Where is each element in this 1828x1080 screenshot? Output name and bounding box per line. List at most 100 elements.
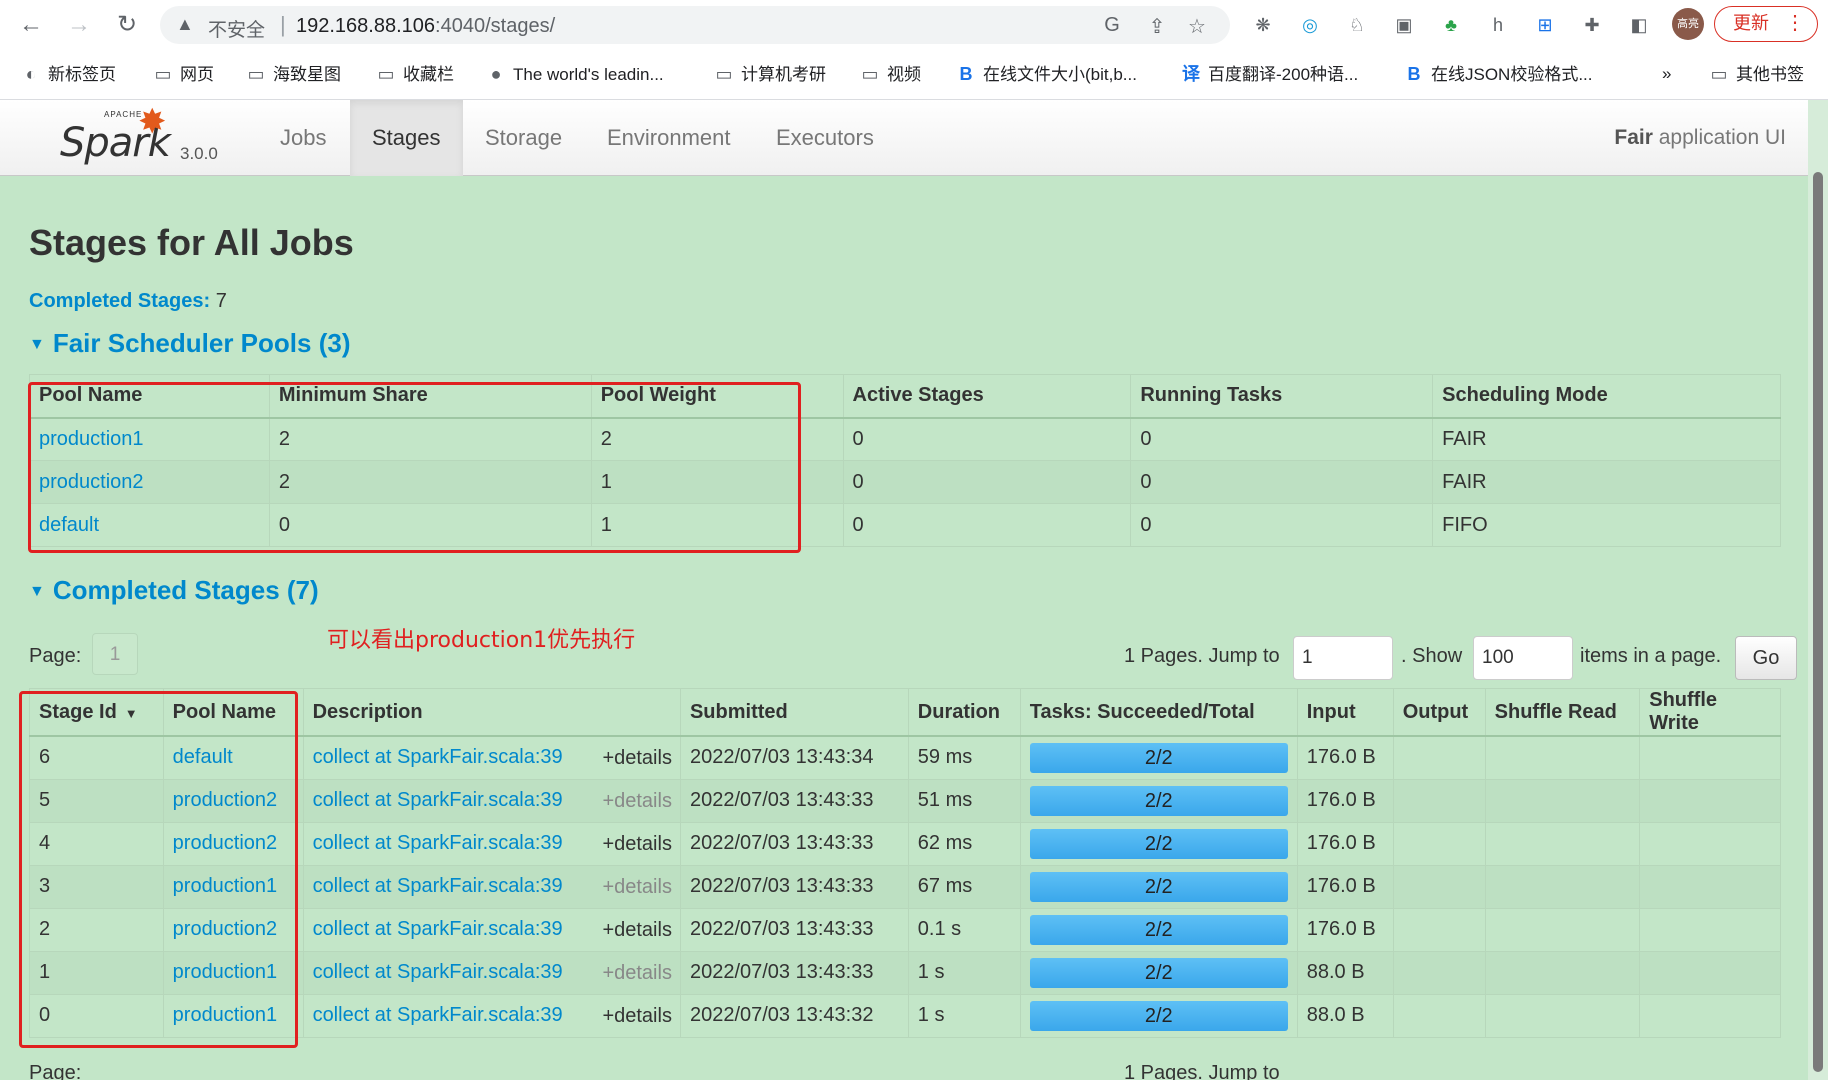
- scrollbar[interactable]: [1808, 100, 1828, 1080]
- stage-description-link[interactable]: collect at SparkFair.scala:39: [313, 1004, 563, 1026]
- avatar[interactable]: 高亮: [1672, 8, 1704, 40]
- url-text[interactable]: 192.168.88.106:4040/stages/: [296, 15, 555, 38]
- folder-icon: ▭: [377, 64, 395, 84]
- share-icon[interactable]: ⇪: [1145, 14, 1169, 39]
- extension-icon[interactable]: ❋: [1250, 12, 1276, 38]
- go-button[interactable]: Go: [1735, 636, 1797, 680]
- stage-description-link[interactable]: collect at SparkFair.scala:39: [313, 832, 563, 854]
- tab-stages[interactable]: Stages: [350, 100, 463, 176]
- stages-col-header[interactable]: Shuffle Write: [1639, 688, 1781, 737]
- completed-stages-link[interactable]: Completed Stages:: [29, 290, 210, 312]
- collapse-arrow-icon: ▼: [29, 583, 45, 601]
- details-toggle[interactable]: +details: [602, 833, 672, 856]
- tasks-cell: 2/2: [1019, 950, 1298, 995]
- bookmark-item[interactable]: ◐ 新标签页: [20, 60, 116, 88]
- stages-col-header[interactable]: Submitted: [679, 688, 909, 737]
- bookmark-item[interactable]: ▭ 海致星图: [245, 60, 341, 88]
- bookmark-star-icon[interactable]: ☆: [1185, 14, 1209, 39]
- extension-icon[interactable]: ⊞: [1532, 12, 1558, 38]
- shuffle-write-cell: [1639, 735, 1781, 780]
- tasks-progress-bar: 2/2: [1029, 957, 1288, 988]
- tab-executors[interactable]: Executors: [754, 100, 896, 176]
- puzzle-icon[interactable]: ✚: [1579, 12, 1605, 38]
- forward-icon[interactable]: →: [64, 10, 94, 40]
- shuffle-read-cell: [1484, 864, 1641, 909]
- back-icon[interactable]: ←: [16, 10, 46, 40]
- update-button[interactable]: 更新 ⋮: [1714, 6, 1818, 42]
- stages-col-header[interactable]: Description: [302, 688, 681, 737]
- translate-icon: 译: [1182, 64, 1200, 84]
- shuffle-write-cell: [1639, 993, 1781, 1038]
- evernote-icon[interactable]: ♣: [1438, 12, 1464, 38]
- stage-description-link[interactable]: collect at SparkFair.scala:39: [313, 789, 563, 811]
- address-bar[interactable]: ▲ 不安全 | 192.168.88.106:4040/stages/ G ⇪ …: [160, 6, 1230, 44]
- pools-cell: FIFO: [1432, 503, 1781, 547]
- page-size-input[interactable]: 100: [1473, 636, 1573, 680]
- pages-text: 1 Pages. Jump to: [1124, 645, 1280, 667]
- tab-jobs[interactable]: Jobs: [258, 100, 348, 176]
- details-toggle[interactable]: +details: [602, 747, 672, 770]
- stages-col-header[interactable]: Output: [1392, 688, 1486, 737]
- sidepanel-icon[interactable]: ◧: [1626, 12, 1652, 38]
- stages-col-header[interactable]: Input: [1296, 688, 1394, 737]
- pools-col-header[interactable]: Scheduling Mode: [1432, 374, 1781, 419]
- stages-col-header[interactable]: Duration: [907, 688, 1021, 737]
- jump-to-input[interactable]: 1: [1293, 636, 1393, 680]
- stage-description-link[interactable]: collect at SparkFair.scala:39: [313, 918, 563, 940]
- spark-star-icon: ✸: [138, 103, 167, 141]
- warning-icon: ▲: [176, 14, 194, 34]
- details-toggle[interactable]: +details: [602, 962, 672, 985]
- pools-cell: 0: [842, 460, 1132, 504]
- bookmark-item[interactable]: ▭ 视频: [859, 60, 921, 88]
- details-toggle[interactable]: +details: [602, 1005, 672, 1028]
- bookmark-item[interactable]: ▭ 网页: [152, 60, 214, 88]
- tasks-progress-bar: 2/2: [1029, 785, 1288, 816]
- folder-icon: ▭: [154, 64, 172, 84]
- reload-icon[interactable]: ↻: [112, 10, 142, 40]
- extension-icon[interactable]: ◎: [1297, 12, 1323, 38]
- bookmark-item[interactable]: ▭ 收藏栏: [375, 60, 454, 88]
- input-cell: 176.0 B: [1296, 907, 1394, 952]
- bookmark-item[interactable]: B 在线文件大小(bit,b...: [955, 60, 1137, 88]
- stage-description-link[interactable]: collect at SparkFair.scala:39: [313, 875, 563, 897]
- stages-col-header[interactable]: Tasks: Succeeded/Total: [1019, 688, 1298, 737]
- extension-icon[interactable]: ♘: [1344, 12, 1370, 38]
- description-cell: collect at SparkFair.scala:39 +details: [302, 864, 681, 909]
- details-toggle[interactable]: +details: [602, 876, 672, 899]
- stages-col-header[interactable]: Shuffle Read: [1484, 688, 1641, 737]
- scrollbar-thumb[interactable]: [1813, 172, 1823, 1072]
- pools-heading[interactable]: ▼ Fair Scheduler Pools (3): [29, 328, 350, 359]
- details-toggle[interactable]: +details: [602, 919, 672, 942]
- tasks-cell: 2/2: [1019, 735, 1298, 780]
- pools-col-header[interactable]: Running Tasks: [1130, 374, 1434, 419]
- bookmark-item[interactable]: 译百度翻译-200种语...: [1180, 60, 1358, 88]
- submitted-cell: 2022/07/03 13:43:33: [679, 907, 909, 952]
- extension-icon[interactable]: h: [1485, 12, 1511, 38]
- stage-description-link[interactable]: collect at SparkFair.scala:39: [313, 746, 563, 768]
- bookmark-item[interactable]: ▭ 其他书签: [1708, 60, 1804, 88]
- details-toggle[interactable]: +details: [602, 790, 672, 813]
- page-title: Stages for All Jobs: [29, 222, 354, 263]
- description-cell: collect at SparkFair.scala:39 +details: [302, 907, 681, 952]
- input-cell: 88.0 B: [1296, 993, 1394, 1038]
- bookmark-item[interactable]: B 在线JSON校验格式...: [1403, 60, 1593, 88]
- bookmark-item[interactable]: ▭ 计算机考研: [713, 60, 826, 88]
- tasks-progress-bar: 2/2: [1029, 1000, 1288, 1031]
- page-number-button[interactable]: 1: [92, 633, 138, 675]
- output-cell: [1392, 907, 1486, 952]
- pools-cell: 0: [842, 503, 1132, 547]
- stage-description-link[interactable]: collect at SparkFair.scala:39: [313, 961, 563, 983]
- shuffle-write-cell: [1639, 821, 1781, 866]
- stages-heading[interactable]: ▼ Completed Stages (7): [29, 575, 319, 606]
- pools-cell: 0: [842, 417, 1132, 461]
- tasks-cell: 2/2: [1019, 907, 1298, 952]
- extension-icon[interactable]: ▣: [1391, 12, 1417, 38]
- tab-storage[interactable]: Storage: [463, 100, 584, 176]
- bookmark-item[interactable]: »: [1662, 60, 1671, 88]
- translate-icon[interactable]: G: [1100, 14, 1124, 37]
- bookmark-item[interactable]: ● The world's leadin...: [485, 60, 664, 88]
- pools-col-header[interactable]: Active Stages: [842, 374, 1132, 419]
- spark-logo[interactable]: APACHE Spark ✸: [58, 103, 178, 168]
- tab-environment[interactable]: Environment: [585, 100, 753, 176]
- submitted-cell: 2022/07/03 13:43:33: [679, 864, 909, 909]
